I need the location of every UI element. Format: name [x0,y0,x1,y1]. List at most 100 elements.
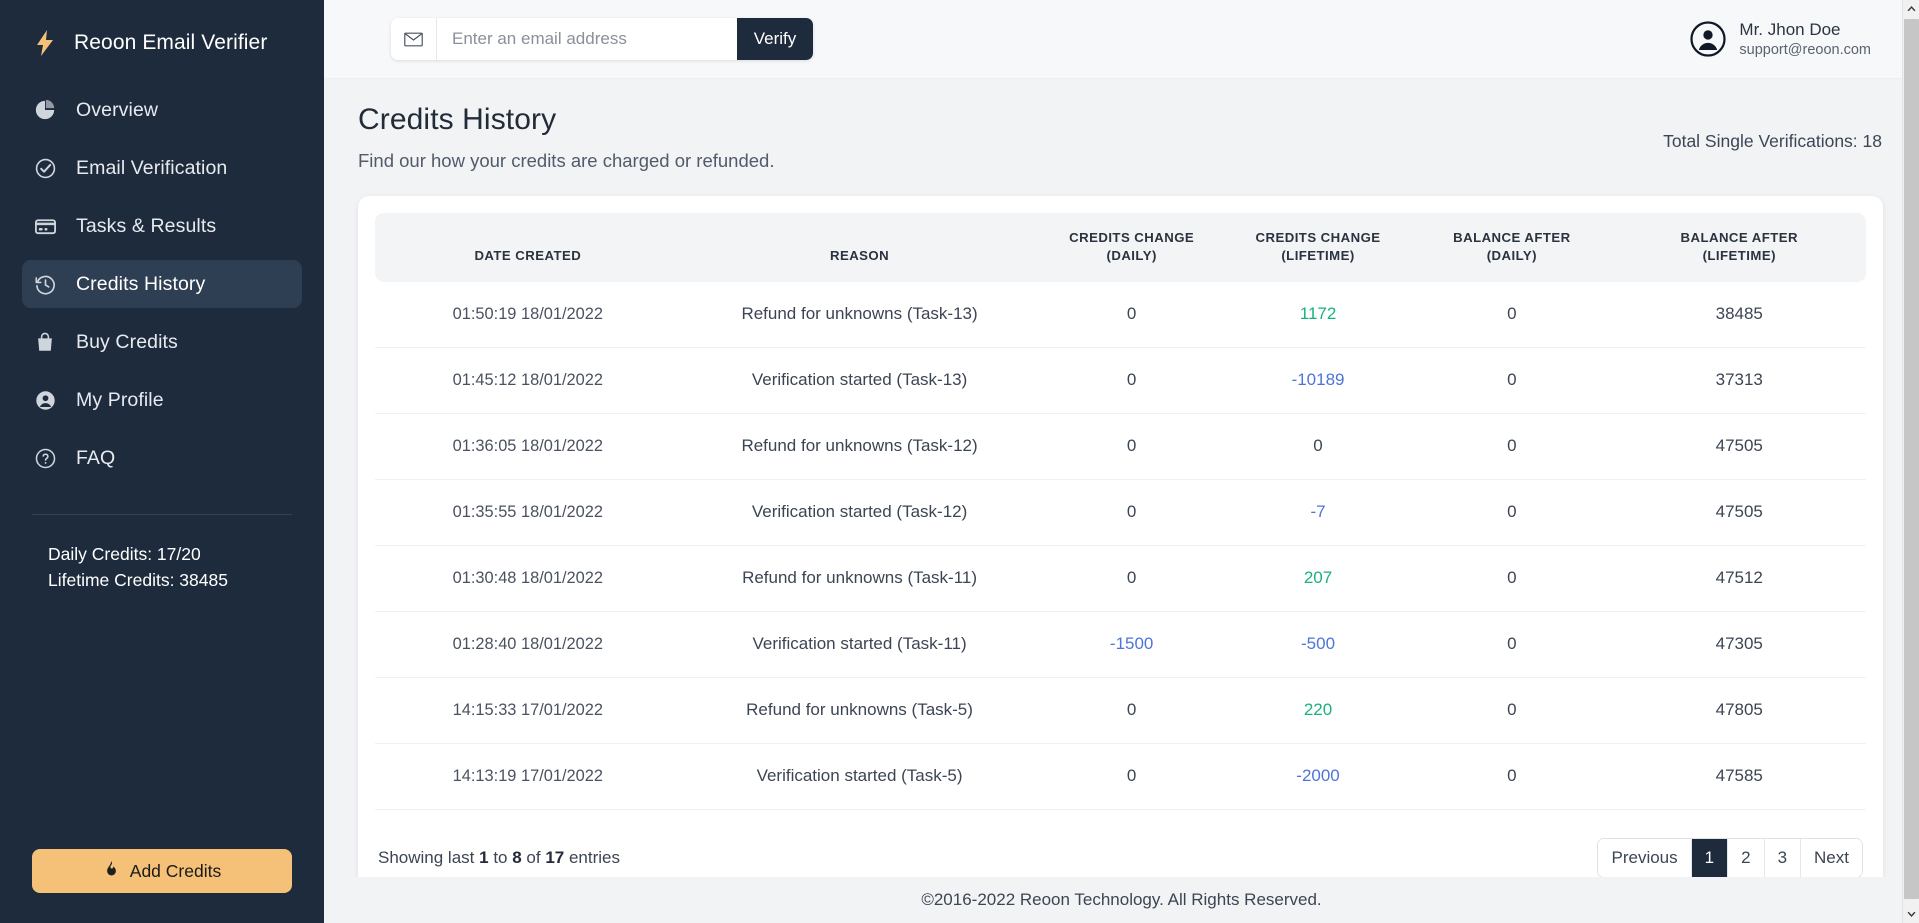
cell-credits-change-lifetime: 0 [1224,413,1412,480]
sidebar-item-credits-history[interactable]: Credits History [22,260,302,308]
page-title: Credits History [358,103,557,136]
cell-balance-after-lifetime: 47505 [1612,413,1866,480]
cell-reason: Verification started (Task-5) [680,743,1039,810]
cell-credits-change-lifetime: -10189 [1224,347,1412,414]
cell-credits-change-daily: 0 [1038,413,1225,480]
table-row: 01:28:40 18/01/2022 Verification started … [375,611,1866,678]
sidebar-item-email-verification[interactable]: Email Verification [22,144,302,192]
cell-reason: Verification started (Task-12) [680,479,1039,546]
cell-reason: Refund for unknowns (Task-5) [680,677,1039,744]
card-icon [32,213,58,239]
history-clock-icon [32,271,58,297]
page-heading-block: Credits History Find our how your credit… [358,103,774,172]
main-area: Verify Mr. Jhon Doe support@reoon.com Cr… [324,0,1919,923]
topbar: Verify Mr. Jhon Doe support@reoon.com [324,0,1919,79]
cell-credits-change-lifetime: -7 [1224,479,1412,546]
table-row: 14:13:19 17/01/2022 Verification started … [375,743,1866,810]
cell-date-created: 01:36:05 18/01/2022 [375,413,681,480]
cell-credits-change-daily: 0 [1038,479,1225,546]
pagination-item-next[interactable]: Next [1801,839,1862,877]
pie-chart-icon [32,97,58,123]
col-reason: REASON [829,248,890,263]
question-circle-icon [32,445,58,471]
cell-date-created: 01:28:40 18/01/2022 [375,611,681,678]
pagination-item-previous[interactable]: Previous [1598,839,1692,877]
page-content: Credits History Find our how your credit… [324,79,1919,908]
page-subtitle: Find our how your credits are charged or… [358,150,775,171]
cell-reason: Verification started (Task-11) [680,611,1039,678]
email-input[interactable] [437,18,737,60]
cell-credits-change-daily: 0 [1038,282,1225,348]
lifetime-credits-text: Lifetime Credits: 38485 [48,570,228,590]
cell-balance-after-daily: 0 [1411,545,1613,612]
table-head: DATE CREATED REASON CREDITS CHANGE (DAIL… [375,213,1866,282]
sidebar-item-label: Email Verification [76,156,228,179]
cell-balance-after-lifetime: 47512 [1612,545,1866,612]
sidebar-nav: Overview Email Verification Tasks & Resu… [0,86,324,492]
envelope-icon [391,18,437,60]
cell-date-created: 01:30:48 18/01/2022 [375,545,681,612]
cell-credits-change-daily: 0 [1038,545,1225,612]
col-balance-after-lifetime: BALANCE AFTER (LIFETIME) [1680,230,1798,263]
cell-credits-change-daily: 0 [1038,347,1225,414]
cell-balance-after-daily: 0 [1411,282,1613,348]
page-footer: ©2016-2022 Reoon Technology. All Rights … [324,877,1919,923]
cell-date-created: 14:13:19 17/01/2022 [375,743,681,810]
table-row: 14:15:33 17/01/2022 Refund for unknowns (… [375,677,1866,744]
table-row: 01:35:55 18/01/2022 Verification started … [375,479,1866,546]
user-avatar-icon [1690,21,1727,57]
scroll-down-arrow-icon[interactable] [1903,906,1919,923]
pagination-item-3[interactable]: 3 [1764,839,1802,877]
daily-credits-text: Daily Credits: 17/20 [48,544,201,564]
pagination: Previous 1 2 3 Next [1597,838,1863,878]
cell-credits-change-daily: 0 [1038,677,1225,744]
sidebar-item-faq[interactable]: FAQ [22,434,302,482]
add-credits-button[interactable]: Add Credits [32,849,292,893]
sidebar-item-tasks-results[interactable]: Tasks & Results [22,202,302,250]
pagination-item-1[interactable]: 1 [1691,839,1729,877]
cell-date-created: 14:15:33 17/01/2022 [375,677,681,744]
bolt-icon [32,30,58,56]
sidebar-item-label: Buy Credits [76,330,178,353]
user-email: support@reoon.com [1739,41,1871,58]
cell-date-created: 01:50:19 18/01/2022 [375,282,681,348]
sidebar-item-label: My Profile [76,388,164,411]
cell-reason: Refund for unknowns (Task-11) [680,545,1039,612]
cell-credits-change-lifetime: 207 [1224,545,1412,612]
sidebar-item-label: Overview [76,98,159,121]
app-root: Reoon Email Verifier Overview Email Veri… [0,0,1919,923]
cell-balance-after-lifetime: 47585 [1612,743,1866,810]
cell-balance-after-lifetime: 47805 [1612,677,1866,744]
cell-balance-after-daily: 0 [1411,347,1613,414]
cell-reason: Verification started (Task-13) [680,347,1039,414]
sidebar-item-overview[interactable]: Overview [22,86,302,134]
cell-reason: Refund for unknowns (Task-13) [680,282,1039,348]
cell-balance-after-daily: 0 [1411,743,1613,810]
verify-button[interactable]: Verify [737,18,813,60]
scroll-up-arrow-icon[interactable] [1903,0,1919,17]
page-scrollbar[interactable] [1902,0,1919,923]
user-menu[interactable]: Mr. Jhon Doe support@reoon.com [1690,19,1883,58]
scrollbar-thumb[interactable] [1904,19,1919,899]
showing-entries-text: Showing last 1 to 8 of 17 entries [378,848,620,867]
table-row: 01:36:05 18/01/2022 Refund for unknowns (… [375,413,1866,480]
sidebar-item-buy-credits[interactable]: Buy Credits [22,318,302,366]
cell-balance-after-daily: 0 [1411,611,1613,678]
credits-history-table: DATE CREATED REASON CREDITS CHANGE (DAIL… [375,213,1866,810]
sidebar: Reoon Email Verifier Overview Email Veri… [0,0,324,923]
table-row: 01:50:19 18/01/2022 Refund for unknowns (… [375,282,1866,348]
cell-reason: Refund for unknowns (Task-12) [680,413,1039,480]
cell-credits-change-lifetime: 220 [1224,677,1412,744]
cell-balance-after-lifetime: 37313 [1612,347,1866,414]
cell-credits-change-lifetime: 1172 [1224,282,1412,348]
cell-credits-change-daily: -1500 [1038,611,1225,678]
cell-credits-change-lifetime: -2000 [1224,743,1412,810]
pagination-item-2[interactable]: 2 [1728,839,1765,877]
cell-balance-after-daily: 0 [1411,677,1613,744]
sidebar-item-label: Tasks & Results [76,214,217,237]
sidebar-item-label: Credits History [76,272,206,295]
page-header: Credits History Find our how your credit… [341,103,1883,172]
sidebar-item-my-profile[interactable]: My Profile [22,376,302,424]
table-body: 01:50:19 18/01/2022 Refund for unknowns (… [375,282,1866,810]
user-circle-icon [32,387,58,413]
